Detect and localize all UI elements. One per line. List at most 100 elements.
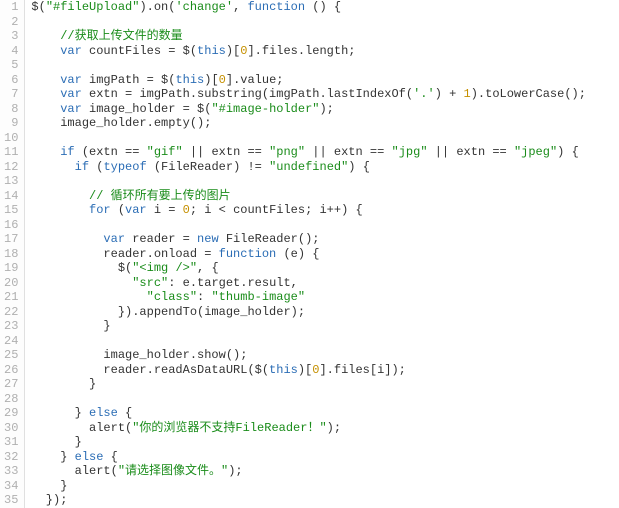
code-line: //获取上传文件的数量 [31,29,619,44]
code-line: }).appendTo(image_holder); [31,305,619,320]
code-line: var countFiles = $(this)[0].files.length… [31,44,619,59]
code-token: ).toLowerCase(); [471,87,586,101]
code-line [31,131,619,146]
line-number: 34 [4,479,18,494]
code-token: var [103,232,125,246]
line-number: 1 [4,0,18,15]
line-number: 23 [4,319,18,334]
code-token: }).appendTo(image_holder); [31,305,305,319]
code-line: alert("你的浏览器不支持FileReader！"); [31,421,619,436]
line-number: 35 [4,493,18,508]
code-token: this [197,44,226,58]
code-line [31,334,619,349]
code-token [31,189,89,203]
code-token: var [60,87,82,101]
code-line: image_holder.empty(); [31,116,619,131]
code-line [31,392,619,407]
code-token: for [89,203,111,217]
line-number: 13 [4,174,18,189]
code-line: $("#fileUpload").on('change', function (… [31,0,619,15]
line-number: 14 [4,189,18,204]
code-token: "png" [269,145,305,159]
code-token: image_holder.empty(); [31,116,211,130]
code-token: reader.onload = [31,247,218,261]
line-number: 12 [4,160,18,175]
code-line: if (typeof (FileReader) != "undefined") … [31,160,619,175]
code-token: ).on( [139,0,175,14]
code-token: if [75,160,89,174]
code-token: alert( [31,464,117,478]
code-token: this [175,73,204,87]
code-token: image_holder = $( [82,102,212,116]
code-token: if [60,145,74,159]
line-number: 18 [4,247,18,262]
code-token: "class" [147,290,197,304]
code-token: ); [327,421,341,435]
code-token: : [197,290,211,304]
code-line: var extn = imgPath.substring(imgPath.las… [31,87,619,102]
line-number: 3 [4,29,18,44]
code-token [31,290,146,304]
code-token: "jpeg" [514,145,557,159]
code-token: $( [31,0,45,14]
code-token: extn = imgPath.substring(imgPath.lastInd… [82,87,413,101]
code-token: ( [89,160,103,174]
line-number: 10 [4,131,18,146]
code-token: alert( [31,421,132,435]
code-token: { [118,406,132,420]
code-token: }); [31,493,67,507]
code-token: ; i < countFiles; i++) { [190,203,363,217]
code-token [31,73,60,87]
code-line [31,218,619,233]
code-line: $("<img />", { [31,261,619,276]
line-number: 8 [4,102,18,117]
code-token: || extn == [183,145,269,159]
code-line [31,174,619,189]
code-line: alert("请选择图像文件。"); [31,464,619,479]
code-token: "jpg" [392,145,428,159]
line-number: 30 [4,421,18,436]
line-number: 9 [4,116,18,131]
code-token: i = [147,203,183,217]
code-token: //获取上传文件的数量 [60,29,182,43]
code-token: reader.readAsDataURL($( [31,363,269,377]
line-number: 7 [4,87,18,102]
code-token: "<img />" [132,261,197,275]
code-line: } [31,435,619,450]
code-line: }); [31,493,619,508]
code-token: } [31,406,89,420]
code-token: var [60,102,82,116]
code-token: 'change' [175,0,233,14]
code-token: "#fileUpload" [46,0,140,14]
code-line: } else { [31,450,619,465]
line-number: 32 [4,450,18,465]
line-number: 27 [4,377,18,392]
code-line: var imgPath = $(this)[0].value; [31,73,619,88]
code-token: var [125,203,147,217]
code-token: var [60,44,82,58]
code-token [31,145,60,159]
code-token: () { [305,0,341,14]
code-token: ].files.length; [247,44,355,58]
code-token: "undefined" [269,160,348,174]
line-number: 11 [4,145,18,160]
code-line: reader.readAsDataURL($(this)[0].files[i]… [31,363,619,378]
code-token: } [31,377,96,391]
code-token: )[ [298,363,312,377]
code-token: ].value; [226,73,284,87]
code-token: } [31,435,81,449]
code-token: image_holder.show(); [31,348,247,362]
code-token: || extn == [428,145,514,159]
line-number: 20 [4,276,18,291]
code-line: var image_holder = $("#image-holder"); [31,102,619,117]
code-token: } [31,319,110,333]
code-token: FileReader(); [219,232,320,246]
code-token [31,87,60,101]
line-number: 2 [4,15,18,30]
code-token: } [31,479,67,493]
code-token: ( [111,203,125,217]
line-number: 16 [4,218,18,233]
code-token: typeof [103,160,146,174]
code-line: var reader = new FileReader(); [31,232,619,247]
line-number: 33 [4,464,18,479]
